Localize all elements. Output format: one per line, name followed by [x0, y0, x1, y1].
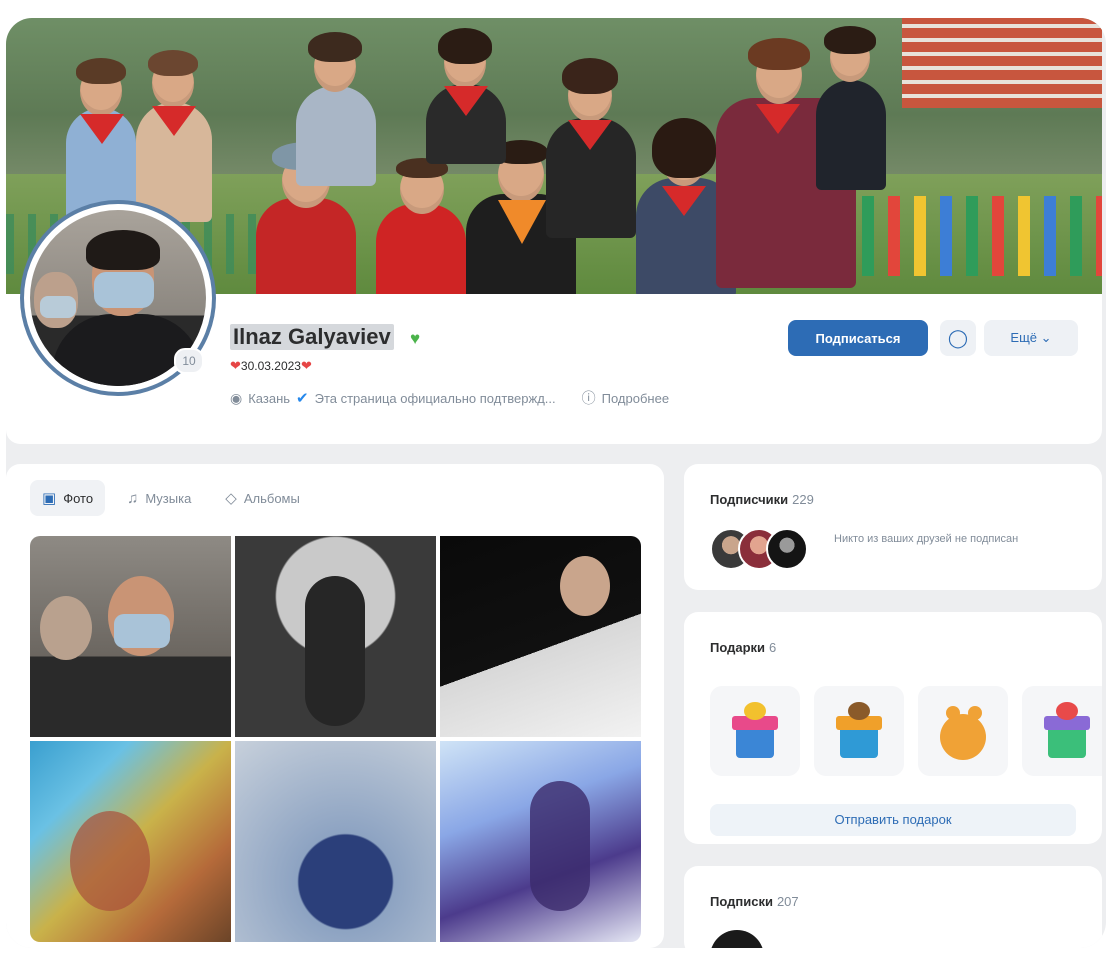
profile-status: ❤30.03.2023❤: [230, 358, 312, 374]
photo-thumbnail[interactable]: [440, 536, 641, 737]
follower-avatars[interactable]: [710, 528, 820, 570]
profile-name: Ilnaz Galyaviev: [230, 324, 394, 350]
followers-card[interactable]: Подписчики 229 Никто из ваших друзей не п…: [684, 464, 1102, 590]
albums-icon: ◇: [225, 490, 237, 507]
gifts-count: 6: [769, 640, 777, 655]
followers-note: Никто из ваших друзей не подписан: [834, 533, 1019, 545]
details-link[interactable]: Подробнее: [602, 391, 669, 406]
photo-icon: ▣: [42, 490, 57, 507]
message-button[interactable]: ◯: [940, 320, 976, 356]
tab-albums[interactable]: ◇ Альбомы: [213, 480, 312, 516]
verified-text: Эта страница официально подтвержд...: [314, 390, 556, 406]
heart-icon: ❤: [300, 358, 312, 373]
gift-item[interactable]: [710, 686, 800, 776]
photo-thumbnail[interactable]: [440, 741, 641, 942]
followers-count: 229: [792, 492, 814, 507]
profile-info: ◉ Казань ✔ Эта страница официально подтв…: [230, 388, 669, 408]
cover-building: [902, 18, 1102, 108]
tab-label: Музыка: [145, 490, 192, 506]
avatar[interactable]: [710, 930, 764, 948]
gift-item[interactable]: [918, 686, 1008, 776]
gifts-card: Подарки 6 Отправить подарок: [684, 612, 1102, 844]
avatar[interactable]: [766, 528, 808, 570]
info-icon[interactable]: ⓘ: [582, 388, 596, 408]
gift-item[interactable]: [1022, 686, 1102, 776]
photo-thumbnail[interactable]: [235, 536, 436, 737]
subscriptions-count: 207: [776, 894, 799, 909]
profile-page: 10 Ilnaz Galyaviev ♥ ❤30.03.2023❤ ◉ Каза…: [6, 18, 1106, 948]
subscribe-button[interactable]: Подписаться: [788, 320, 928, 356]
gifts-list: [710, 686, 1102, 776]
tab-music[interactable]: ♫ Музыка: [115, 480, 203, 516]
gifts-title-text: Подарки: [710, 640, 766, 655]
music-icon: ♫: [127, 489, 139, 507]
location-icon: ◉: [230, 389, 243, 406]
photo-thumbnail[interactable]: [30, 536, 231, 737]
chevron-down-icon: ⌄: [1040, 330, 1052, 345]
tab-label: Фото: [63, 490, 94, 506]
subscriptions-title[interactable]: Подписки 207: [710, 894, 799, 909]
photo-grid: [30, 536, 641, 942]
gift-item[interactable]: [814, 686, 904, 776]
tab-photos[interactable]: ▣ Фото: [30, 480, 106, 516]
city-text: Казань: [248, 390, 291, 406]
profile-header: 10 Ilnaz Galyaviev ♥ ❤30.03.2023❤ ◉ Каза…: [6, 18, 1102, 444]
more-label: Ещё: [1010, 330, 1038, 345]
cover-fence: [862, 196, 1102, 276]
media-tabs: ▣ Фото ♫ Музыка ◇ Альбомы: [30, 480, 312, 516]
gifts-title[interactable]: Подарки 6: [710, 640, 776, 655]
followers-title-text: Подписчики: [710, 492, 789, 507]
followers-title: Подписчики 229: [710, 492, 814, 507]
heart-icon: ❤: [230, 358, 241, 373]
verified-icon[interactable]: ♥: [410, 330, 430, 348]
more-button[interactable]: Ещё ⌄: [984, 320, 1078, 356]
tab-label: Альбомы: [243, 490, 300, 506]
subscriptions-title-text: Подписки: [710, 894, 773, 909]
avatar-online-badge: 10: [174, 348, 204, 374]
status-text: 30.03.2023: [240, 359, 301, 373]
media-card: ▣ Фото ♫ Музыка ◇ Альбомы: [6, 464, 664, 948]
photo-thumbnail[interactable]: [235, 741, 436, 942]
subscriptions-card: Подписки207 ...: [684, 866, 1102, 948]
subscription-name[interactable]: ...: [780, 944, 790, 948]
send-gift-button[interactable]: Отправить подарок: [710, 804, 1076, 836]
verified-check-icon: ✔: [296, 390, 309, 407]
message-icon: ◯: [947, 328, 969, 348]
photo-thumbnail[interactable]: [30, 741, 231, 942]
